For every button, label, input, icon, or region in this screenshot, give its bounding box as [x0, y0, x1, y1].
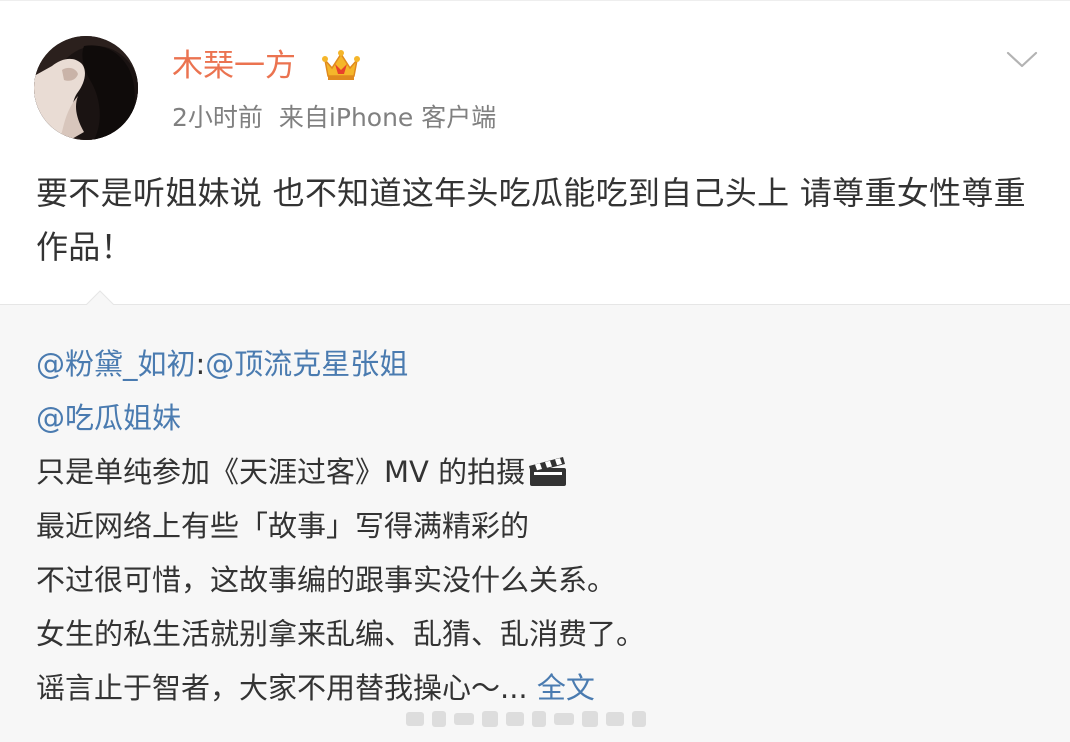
crown-icon[interactable] [322, 48, 360, 82]
avatar[interactable] [34, 36, 138, 140]
top-divider [0, 0, 1070, 1]
repost-line-3: 只是单纯参加《天涯过客》MV 的拍摄 [36, 446, 1036, 500]
full-text-link[interactable]: 全文 [537, 671, 595, 705]
repost-author-mention[interactable]: @粉黛_如初 [36, 347, 196, 381]
post-content: 要不是听姐妹说 也不知道这年头吃瓜能吃到自己头上 请尊重女性尊重作品！ [36, 174, 1026, 266]
chevron-down-icon[interactable] [1002, 48, 1042, 72]
source-name[interactable]: iPhone 客户端 [329, 103, 496, 132]
repost-colon: : [195, 347, 206, 381]
author-name[interactable]: 木琹一方 [172, 44, 296, 88]
weibo-post-card: 木琹一方 2小时前 来自iPhone 客户端 要不是听姐妹说 也不知道这年头吃瓜能… [0, 0, 1070, 742]
repost-line-3-text: 只是单纯参加《天涯过客》MV 的拍摄 [36, 455, 526, 489]
repost-line-4: 最近网络上有些「故事」写得满精彩的 [36, 509, 530, 543]
clapper-board-icon [529, 457, 567, 486]
source-prefix: 来自 [278, 103, 329, 132]
watermark-image [406, 711, 646, 727]
repost-line-5: 不过很可惜，这故事编的跟事实没什么关系。 [36, 563, 617, 597]
repost-pointer-arrow [86, 290, 114, 306]
avatar-image [34, 36, 138, 140]
mention-link-2[interactable]: @吃瓜姐妹 [36, 401, 181, 435]
repost-line-7-text: 谣言止于智者，大家不用替我操心～... [36, 671, 537, 705]
repost-line-1: @粉黛_如初:@顶流克星张姐 [36, 338, 1036, 392]
repost-line-6: 女生的私生活就别拿来乱编、乱猜、乱消费了。 [36, 617, 646, 651]
repost-text: @粉黛_如初:@顶流克星张姐 @吃瓜姐妹 只是单纯参加《天涯过客》MV 的拍摄 … [36, 338, 1036, 716]
mention-link-1[interactable]: @顶流克星张姐 [205, 347, 408, 381]
post-time: 2小时前 [172, 103, 263, 132]
repost-line-2: @吃瓜姐妹 [36, 392, 1036, 446]
post-meta: 2小时前 来自iPhone 客户端 [172, 98, 496, 138]
